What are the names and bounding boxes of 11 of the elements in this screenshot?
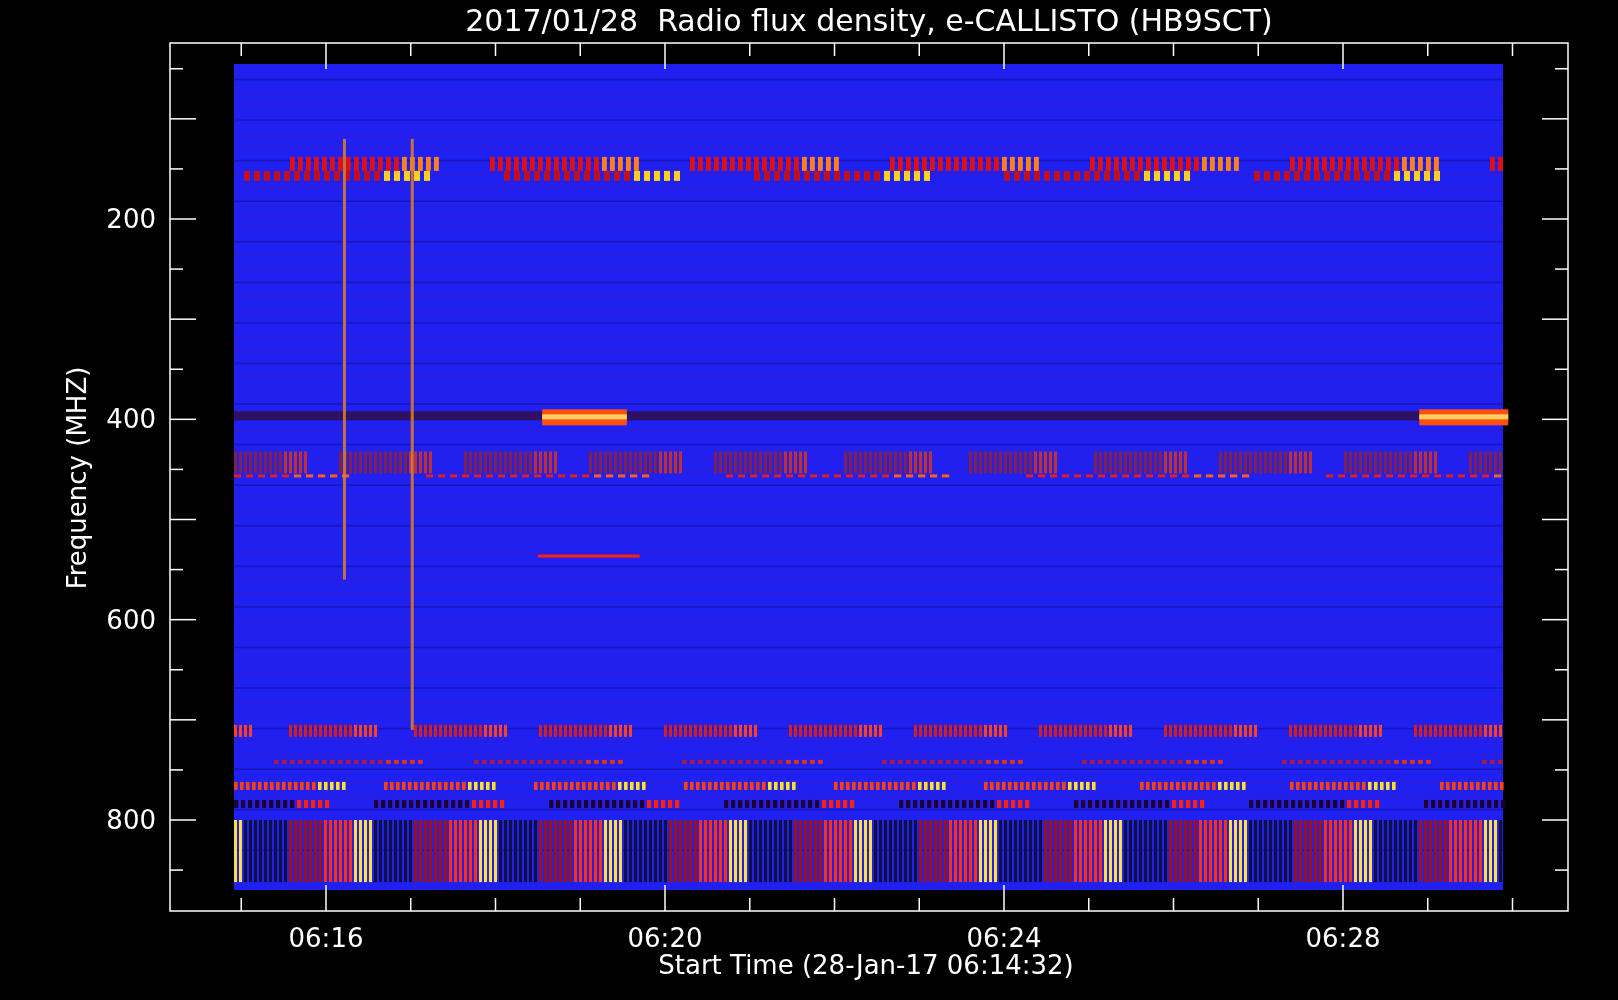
tick-label: 200 bbox=[106, 204, 156, 234]
tick-label: 400 bbox=[106, 404, 156, 435]
tick-label: 06:20 bbox=[627, 923, 703, 953]
tick-label: 06:24 bbox=[966, 923, 1042, 953]
tick-label: 600 bbox=[106, 604, 156, 635]
plot-title: 2017/01/28 Radio flux density, e-CALLISTO (HB9SCT) bbox=[465, 3, 1273, 38]
tick-label: 06:16 bbox=[288, 923, 364, 953]
axis-label: Start Time (28-Jan-17 06:14:32) bbox=[658, 950, 1074, 980]
tick-label: 800 bbox=[106, 805, 156, 835]
tick-label: 06:28 bbox=[1305, 923, 1381, 953]
axis-label: Frequency (MHZ) bbox=[62, 366, 92, 590]
